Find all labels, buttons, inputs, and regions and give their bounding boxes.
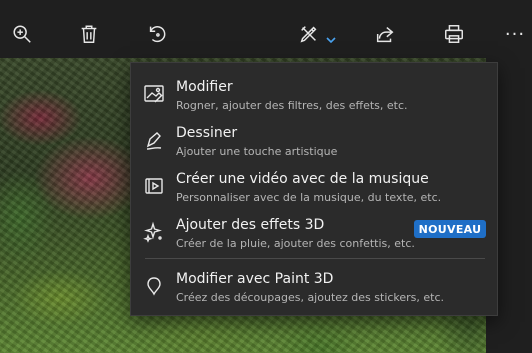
share-icon[interactable]: [369, 18, 401, 50]
menu-item-description: Créer de la pluie, ajouter des confettis…: [176, 237, 415, 250]
toolbar: ···: [0, 0, 532, 58]
paint-3d-icon: [143, 275, 165, 297]
menu-item-description: Personnaliser avec de la musique, du tex…: [176, 191, 442, 204]
menu-item-description: Rogner, ajouter des filtres, des effets,…: [176, 99, 408, 112]
chevron-down-icon[interactable]: [326, 29, 336, 44]
print-icon[interactable]: [438, 18, 470, 50]
edit-photo-icon: [143, 83, 165, 105]
menu-separator: [145, 258, 485, 259]
trash-icon[interactable]: [73, 18, 105, 50]
zoom-in-icon[interactable]: [6, 18, 38, 50]
menu-item-title: Ajouter des effets 3D: [176, 217, 325, 233]
sparkle-3d-icon: [143, 221, 165, 243]
more-icon[interactable]: ···: [500, 18, 530, 50]
menu-item-title: Créer une vidéo avec de la musique: [176, 171, 429, 187]
menu-item-title: Modifier avec Paint 3D: [176, 271, 334, 287]
menu-item-description: Créez des découpages, ajoutez des sticke…: [176, 291, 445, 304]
edit-create-menu: Modifier Rogner, ajouter des filtres, de…: [130, 62, 498, 316]
video-icon: [143, 175, 165, 197]
new-badge: NOUVEAU: [414, 220, 486, 238]
edit-create-icon[interactable]: [293, 18, 325, 50]
menu-item-description: Ajouter une touche artistique: [176, 145, 338, 158]
menu-item-title: Dessiner: [176, 125, 238, 141]
rotate-icon[interactable]: [141, 18, 173, 50]
pen-draw-icon: [143, 129, 165, 151]
menu-item-title: Modifier: [176, 79, 233, 95]
